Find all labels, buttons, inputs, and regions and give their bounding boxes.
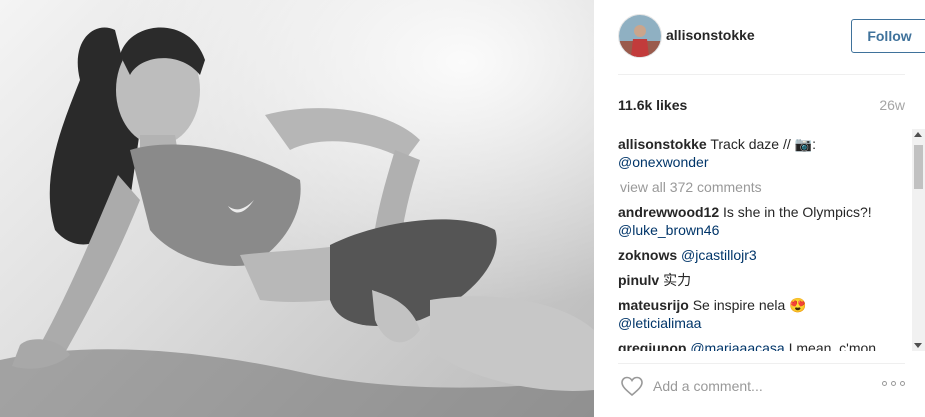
post-age[interactable]: 26w xyxy=(879,97,905,113)
athlete-photo xyxy=(0,0,594,417)
comment-username[interactable]: pinulv xyxy=(618,272,659,288)
comment-item: zoknows @jcastillojr3 xyxy=(618,246,891,264)
comment-mention[interactable]: @leticialimaa xyxy=(618,315,701,331)
follow-button[interactable]: Follow xyxy=(851,19,925,53)
comment-item: mateusrijo Se inspire nela 😍 @leticialim… xyxy=(618,296,891,332)
comment-mention[interactable]: @mariaaacasa xyxy=(690,340,784,351)
caption-mention[interactable]: @onexwonder xyxy=(618,154,709,170)
caption-text: Track daze // 📷: xyxy=(710,136,816,152)
comment-item: gregjunop @mariaaacasa I mean, c'mon xyxy=(618,339,891,351)
header-divider xyxy=(618,74,905,75)
add-comment-input[interactable] xyxy=(653,376,873,396)
scrollbar-thumb[interactable] xyxy=(914,145,923,189)
comment-item: pinulv 实力 xyxy=(618,271,891,289)
comment-text: Se inspire nela 😍 xyxy=(692,297,807,313)
comment-text: 实力 xyxy=(663,272,692,288)
caption: allisonstokke Track daze // 📷: @onexwond… xyxy=(618,135,891,171)
scroll-down-arrow-icon[interactable] xyxy=(914,343,922,348)
comment-username[interactable]: zoknows xyxy=(618,247,677,263)
comment-text: Is she in the Olympics?! xyxy=(723,204,872,220)
footer-divider xyxy=(618,363,905,364)
comment-mention[interactable]: @luke_brown46 xyxy=(618,222,719,238)
comment-username[interactable]: mateusrijo xyxy=(618,297,689,313)
view-all-comments-link[interactable]: view all 372 comments xyxy=(618,178,891,196)
comments-scrollbar[interactable] xyxy=(912,129,925,351)
avatar[interactable] xyxy=(618,14,662,58)
post-photo[interactable] xyxy=(0,0,594,417)
heart-icon[interactable] xyxy=(620,374,644,398)
comment-username[interactable]: gregjunop xyxy=(618,340,686,351)
post-header: allisonstokke Follow xyxy=(618,14,925,58)
comment-item: andrewwood12 Is she in the Olympics?! @l… xyxy=(618,203,891,239)
comment-mention[interactable]: @jcastillojr3 xyxy=(681,247,757,263)
comments-list: allisonstokke Track daze // 📷: @onexwond… xyxy=(618,135,891,351)
comment-text: I mean, c'mon xyxy=(788,340,877,351)
comment-username[interactable]: andrewwood12 xyxy=(618,204,719,220)
more-options-icon[interactable] xyxy=(882,381,906,389)
likes-count[interactable]: 11.6k likes xyxy=(618,97,687,113)
post-username[interactable]: allisonstokke xyxy=(666,27,755,43)
scroll-up-arrow-icon[interactable] xyxy=(914,132,922,137)
caption-username[interactable]: allisonstokke xyxy=(618,136,707,152)
avatar-image xyxy=(619,15,661,57)
